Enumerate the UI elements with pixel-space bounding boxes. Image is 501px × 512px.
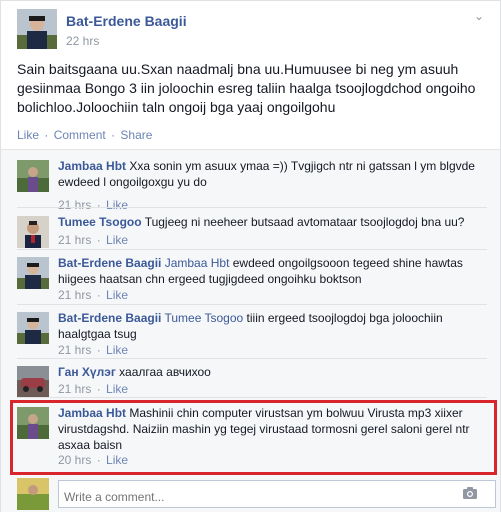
comment-author[interactable]: Jambaa Hbt bbox=[58, 159, 126, 173]
meta-separator: · bbox=[96, 233, 101, 247]
author-avatar[interactable] bbox=[17, 9, 57, 49]
comment-text: хаалгаа авчихоо bbox=[119, 365, 211, 379]
comment-body: Ган Хүлэг хаалгаа авчихоо bbox=[58, 364, 488, 380]
comment-composer bbox=[17, 478, 496, 510]
post-actions: Like · Comment · Share bbox=[17, 128, 152, 142]
comment-mention[interactable]: Jambaa Hbt bbox=[165, 256, 230, 270]
comment-time[interactable]: 21 hrs bbox=[58, 288, 91, 302]
comment-like-link[interactable]: Like bbox=[106, 288, 128, 302]
comment-body: Tumee Tsogoo Tugjeeg ni neeheer butsaad … bbox=[58, 214, 488, 230]
action-separator: · bbox=[111, 128, 116, 142]
commenter-avatar[interactable] bbox=[17, 366, 49, 398]
commenter-avatar[interactable] bbox=[17, 312, 49, 344]
comment-meta: 21 hrs · Like bbox=[58, 288, 128, 302]
comment-divider bbox=[17, 397, 487, 398]
post-text: Sain baitsgaana uu.Sxan naadmalj bna uu.… bbox=[17, 61, 476, 115]
comment-author[interactable]: Tumee Tsogoo bbox=[58, 215, 142, 229]
meta-separator: · bbox=[96, 198, 101, 212]
camera-icon[interactable] bbox=[463, 487, 477, 499]
comment-time[interactable]: 21 hrs bbox=[58, 382, 91, 396]
comment-like-link[interactable]: Like bbox=[106, 198, 128, 212]
comment-divider bbox=[17, 207, 487, 208]
commenter-avatar-image bbox=[17, 160, 49, 192]
commenter-avatar[interactable] bbox=[17, 216, 49, 248]
meta-separator: · bbox=[96, 288, 101, 302]
comment-divider bbox=[17, 249, 487, 250]
post-header: Bat-Erdene Baagii 22 hrs ⌄ bbox=[17, 9, 487, 51]
comment-body: Bat-Erdene Baagii Tumee Tsogoo tiiin erg… bbox=[58, 310, 488, 342]
comment-like-link[interactable]: Like bbox=[106, 382, 128, 396]
comment-divider bbox=[17, 358, 487, 359]
viewer-avatar-image bbox=[17, 478, 49, 510]
action-separator: · bbox=[44, 128, 49, 142]
viewer-avatar bbox=[17, 478, 49, 510]
chevron-down-icon[interactable]: ⌄ bbox=[471, 9, 487, 25]
commenter-avatar-image bbox=[17, 366, 49, 398]
commenter-avatar[interactable] bbox=[17, 257, 49, 289]
comment-author[interactable]: Bat-Erdene Baagii bbox=[58, 311, 161, 325]
highlight-box bbox=[10, 400, 497, 475]
comment-body: Jambaa Hbt Xxa sonin ym asuux ymaa =)) T… bbox=[58, 158, 488, 190]
share-link[interactable]: Share bbox=[120, 128, 152, 142]
commenter-avatar-image bbox=[17, 312, 49, 344]
comment-time[interactable]: 21 hrs bbox=[58, 343, 91, 357]
post-timestamp[interactable]: 22 hrs bbox=[66, 34, 99, 48]
post-author-name[interactable]: Bat-Erdene Baagii bbox=[66, 13, 187, 29]
commenter-avatar[interactable] bbox=[17, 160, 49, 192]
comment-like-link[interactable]: Like bbox=[106, 233, 128, 247]
comment-input[interactable] bbox=[58, 480, 496, 508]
comment-item: Jambaa Hbt Xxa sonin ym asuux ymaa =)) T… bbox=[17, 158, 487, 198]
comment-divider bbox=[17, 304, 487, 305]
commenter-avatar-image bbox=[17, 257, 49, 289]
comment-time[interactable]: 21 hrs bbox=[58, 233, 91, 247]
comment-author[interactable]: Ган Хүлэг bbox=[58, 365, 116, 379]
meta-separator: · bbox=[96, 343, 101, 357]
comment-meta: 21 hrs · Like bbox=[58, 343, 128, 357]
comment-meta: 21 hrs · Like bbox=[58, 382, 128, 396]
post-card: Bat-Erdene Baagii 22 hrs ⌄ Sain baitsgaa… bbox=[0, 0, 501, 512]
comment-meta: 21 hrs · Like bbox=[58, 198, 128, 212]
comment-body: Bat-Erdene Baagii Jambaa Hbt ewdeed ongo… bbox=[58, 255, 488, 287]
meta-separator: · bbox=[96, 382, 101, 396]
comment-author[interactable]: Bat-Erdene Baagii bbox=[58, 256, 161, 270]
comment-link[interactable]: Comment bbox=[54, 128, 106, 142]
comment-meta: 21 hrs · Like bbox=[58, 233, 128, 247]
comment-mention[interactable]: Tumee Tsogoo bbox=[164, 311, 243, 325]
like-link[interactable]: Like bbox=[17, 128, 39, 142]
comment-text: Tugjeeg ni neeheer butsaad avtomataar ts… bbox=[144, 215, 465, 229]
author-avatar-image bbox=[17, 9, 57, 49]
comment-time[interactable]: 21 hrs bbox=[58, 198, 91, 212]
commenter-avatar-image bbox=[17, 216, 49, 248]
comment-like-link[interactable]: Like bbox=[106, 343, 128, 357]
